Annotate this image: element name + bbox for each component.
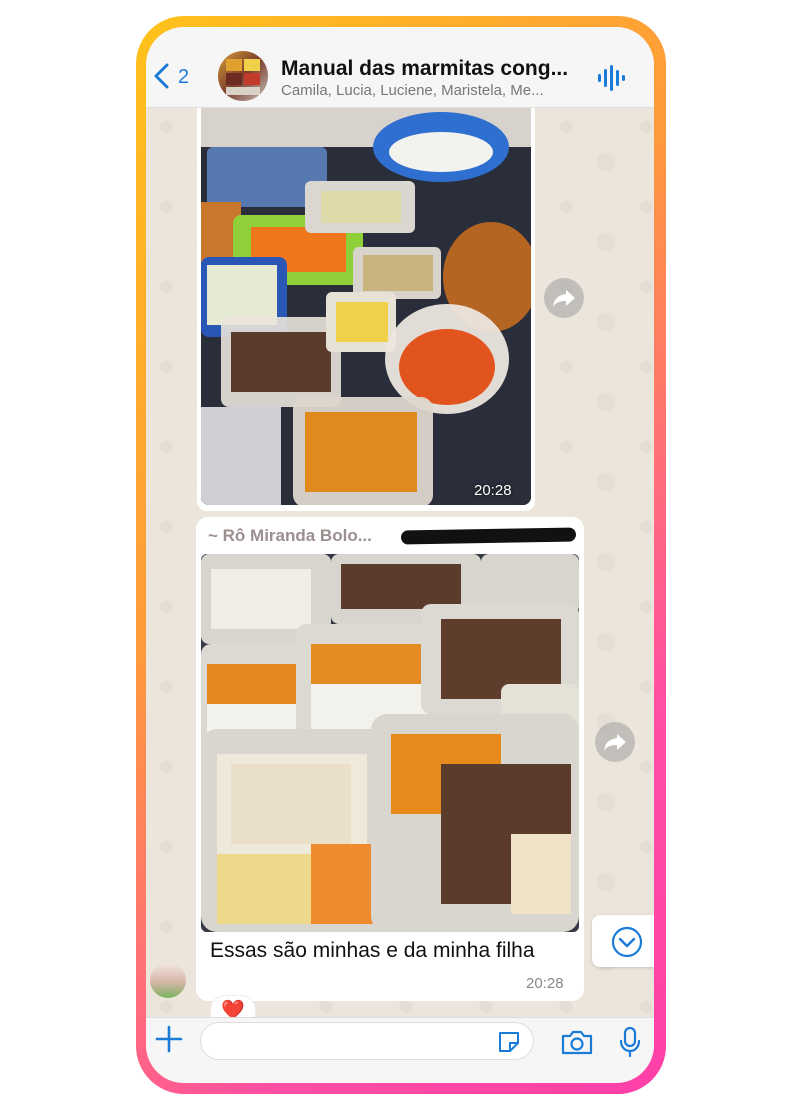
voice-waveform-icon[interactable] (596, 65, 626, 96)
forward-button[interactable] (544, 278, 584, 318)
chat-participants[interactable]: Camila, Lucia, Luciene, Maristela, Me... (281, 82, 544, 99)
sender-avatar[interactable] (150, 962, 186, 998)
unread-count[interactable]: 2 (178, 66, 189, 89)
food-photo-2[interactable] (201, 554, 579, 932)
message-caption: Essas são minhas e da minha filha (210, 939, 535, 962)
group-avatar[interactable] (218, 51, 268, 101)
microphone-icon[interactable] (618, 1026, 642, 1063)
camera-icon[interactable] (560, 1028, 594, 1061)
forward-icon (604, 734, 626, 751)
plus-icon[interactable] (154, 1024, 184, 1060)
message-input[interactable] (200, 1022, 534, 1060)
sticker-icon[interactable] (496, 1029, 522, 1060)
chat-header: 2 Manual das marmitas cong... Camila, Lu… (146, 27, 654, 108)
food-photo-1[interactable] (201, 107, 531, 505)
chevron-down-circle-icon (611, 926, 643, 958)
message-composer (146, 1017, 654, 1083)
chat-screen: 20:28 ~ Rô Miranda Bolo... Essas são min… (146, 27, 654, 1083)
message-time: 20:28 (526, 975, 564, 992)
sender-name[interactable]: ~ Rô Miranda Bolo... (208, 526, 372, 546)
back-chevron-icon[interactable] (152, 63, 172, 93)
forward-button[interactable] (595, 722, 635, 762)
message-time: 20:28 (474, 482, 512, 499)
forward-icon (553, 290, 575, 307)
chat-title[interactable]: Manual das marmitas cong... (281, 57, 568, 81)
scroll-to-bottom-button[interactable] (592, 915, 654, 967)
